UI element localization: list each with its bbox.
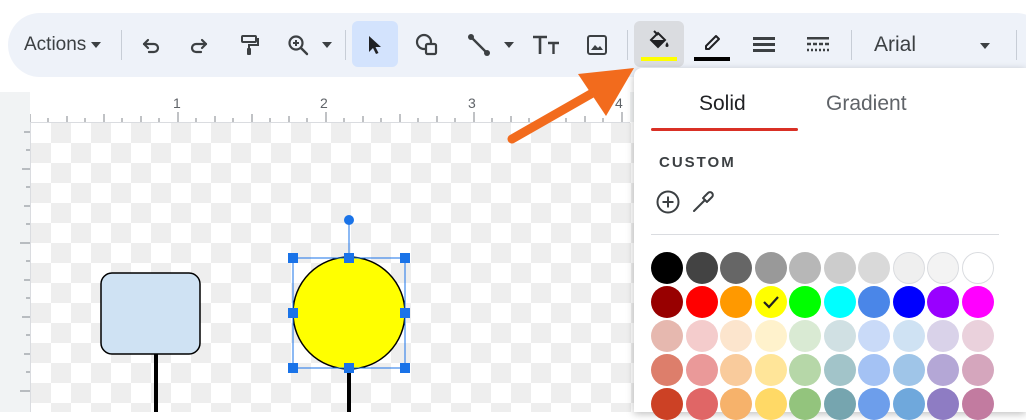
color-swatch[interactable] [754, 320, 787, 352]
color-swatch[interactable] [858, 286, 890, 318]
border-color-icon [705, 35, 720, 50]
border-weight-icon [753, 37, 775, 52]
color-swatch[interactable] [961, 320, 994, 352]
rotation-handle[interactable] [344, 215, 354, 225]
check-icon [762, 296, 779, 309]
color-swatch[interactable] [961, 388, 994, 420]
chevron-down-icon [980, 43, 990, 49]
color-swatch[interactable] [892, 354, 925, 386]
color-swatch[interactable] [754, 354, 787, 386]
color-swatch[interactable] [823, 320, 856, 352]
border-dash-icon [807, 37, 829, 52]
custom-colors-label: CUSTOM [659, 154, 736, 171]
color-swatch[interactable] [651, 286, 683, 318]
circle-shape[interactable] [292, 256, 406, 370]
color-swatch[interactable] [651, 320, 683, 352]
color-swatch[interactable] [823, 388, 856, 420]
border-color-indicator [694, 57, 730, 61]
color-swatch[interactable] [720, 252, 752, 284]
fill-color-indicator [641, 57, 677, 61]
fill-color-icon [649, 30, 669, 49]
color-swatch[interactable] [651, 354, 683, 386]
panel-divider [651, 234, 999, 235]
fill-color-panel: Solid Gradient CUSTOM [634, 68, 1026, 420]
add-custom-color-icon[interactable] [655, 189, 681, 215]
color-swatch[interactable] [789, 252, 821, 284]
color-swatch[interactable] [789, 286, 821, 318]
color-swatch[interactable] [823, 286, 856, 318]
color-swatch[interactable] [892, 388, 925, 420]
eyedropper-icon[interactable] [690, 189, 716, 215]
color-swatch[interactable] [720, 286, 752, 318]
toolbar-separator [1016, 30, 1017, 60]
color-swatch[interactable] [789, 320, 821, 352]
color-swatch[interactable] [685, 354, 718, 386]
color-swatch[interactable] [651, 388, 683, 420]
color-swatch[interactable] [651, 252, 683, 284]
color-swatch[interactable] [789, 354, 821, 386]
color-swatch[interactable] [927, 354, 959, 386]
color-swatch[interactable] [961, 354, 994, 386]
color-swatch[interactable] [892, 252, 925, 284]
color-swatch[interactable] [754, 286, 787, 318]
color-swatch[interactable] [892, 320, 925, 352]
color-swatch[interactable] [685, 286, 718, 318]
toolbar-separator [851, 30, 852, 60]
color-swatch[interactable] [720, 388, 752, 420]
font-name: Arial [874, 33, 917, 56]
active-tab-indicator [651, 128, 798, 131]
drawing-layer [100, 215, 410, 412]
color-swatch[interactable] [754, 388, 787, 420]
color-swatch[interactable] [858, 252, 890, 284]
color-swatch[interactable] [927, 320, 959, 352]
color-swatch[interactable] [927, 252, 959, 284]
color-swatch[interactable] [823, 354, 856, 386]
color-swatch[interactable] [961, 286, 994, 318]
color-swatch[interactable] [685, 388, 718, 420]
color-swatch[interactable] [892, 286, 925, 318]
tab-gradient[interactable]: Gradient [826, 92, 907, 116]
color-swatch[interactable] [927, 286, 959, 318]
color-swatch[interactable] [858, 320, 890, 352]
color-swatch[interactable] [754, 252, 787, 284]
color-swatch[interactable] [823, 252, 856, 284]
color-swatch[interactable] [685, 320, 718, 352]
color-swatch[interactable] [961, 252, 994, 284]
color-swatch[interactable] [858, 388, 890, 420]
color-swatch[interactable] [927, 388, 959, 420]
color-swatch[interactable] [720, 354, 752, 386]
tab-solid[interactable]: Solid [699, 92, 746, 116]
color-swatch[interactable] [789, 388, 821, 420]
color-swatch[interactable] [720, 320, 752, 352]
color-swatch[interactable] [685, 252, 718, 284]
color-swatch[interactable] [858, 354, 890, 386]
rounded-rectangle-shape[interactable] [100, 272, 201, 355]
